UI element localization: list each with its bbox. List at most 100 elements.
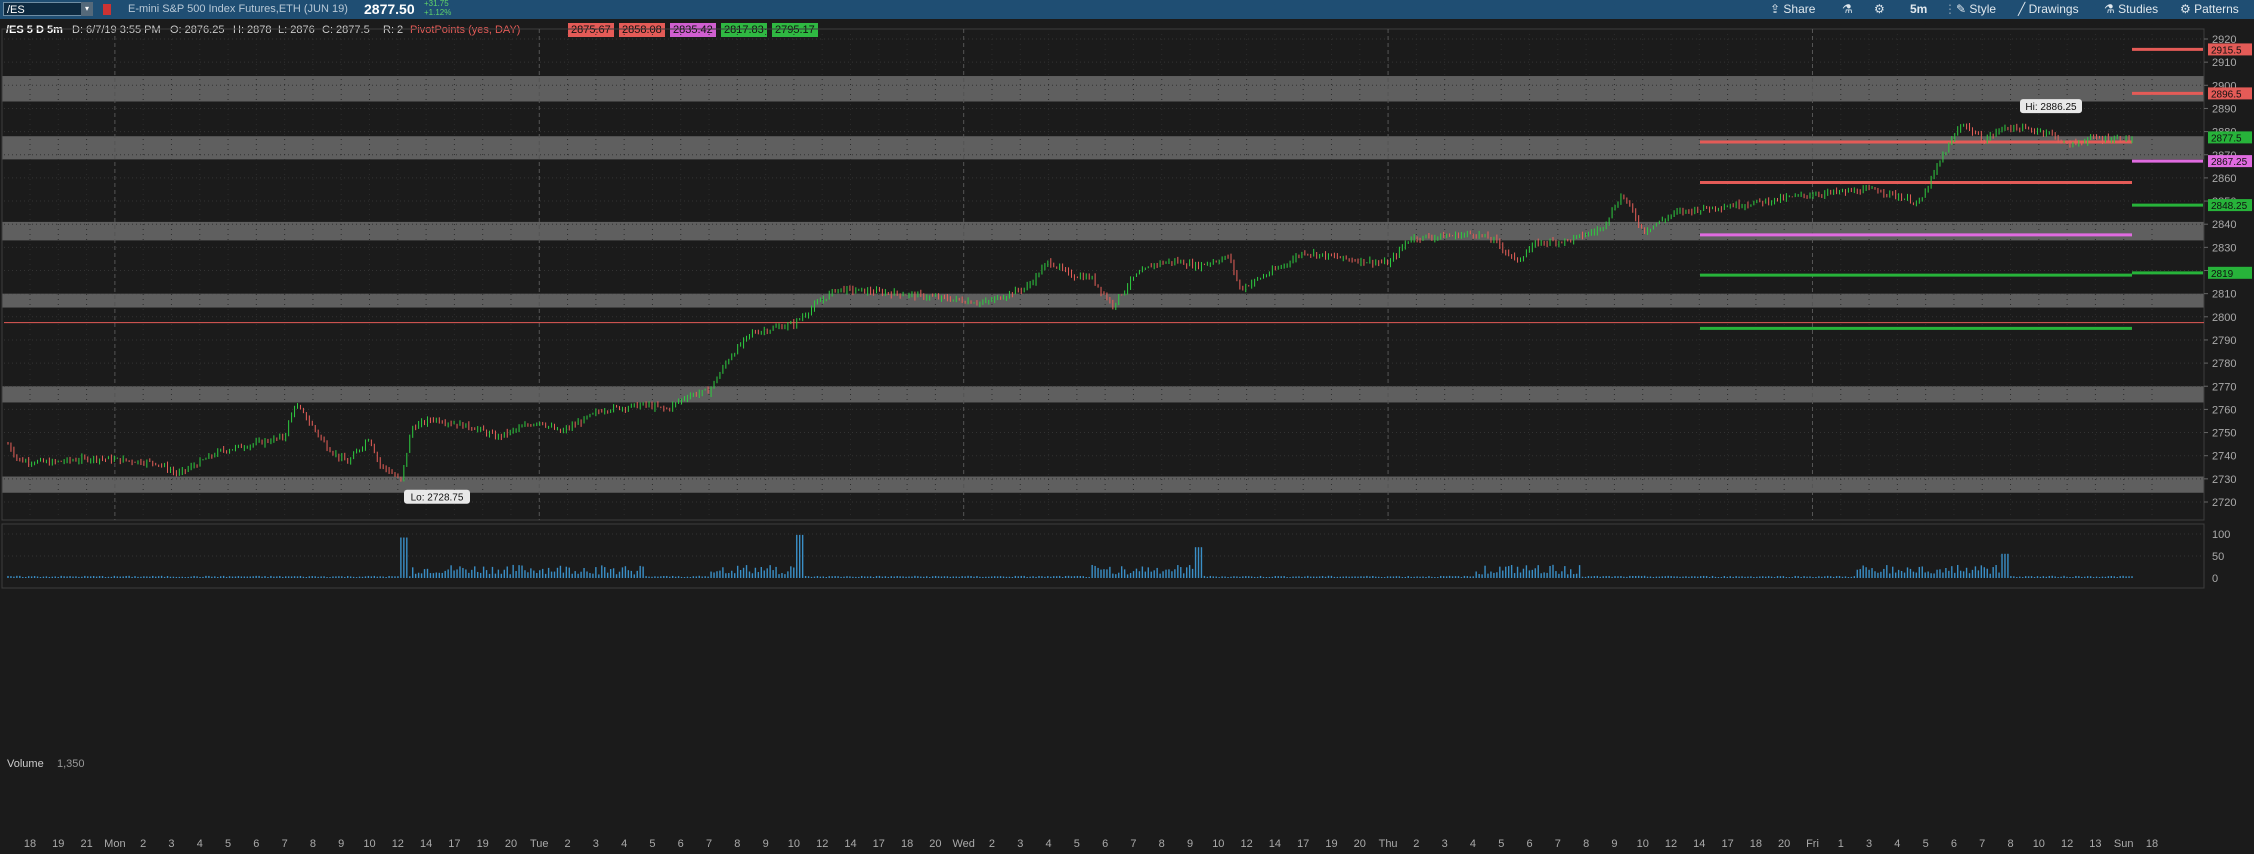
time-tick-label: 6	[253, 838, 259, 850]
price-tag-label: 2848.25	[2211, 201, 2248, 212]
time-tick-label: 4	[197, 838, 203, 850]
price-tick-label: 2770	[2212, 381, 2236, 393]
time-tick-label: 10	[363, 838, 375, 850]
time-tick-label: 7	[1979, 838, 1985, 850]
time-tick-label: 5	[1923, 838, 1929, 850]
volume-tick-label: 50	[2212, 551, 2224, 563]
time-tick-label: Mon	[104, 838, 125, 850]
time-tick-label: 10	[2033, 838, 2045, 850]
time-tick-label: 3	[1442, 838, 1448, 850]
time-tick-label: 21	[80, 838, 92, 850]
time-tick-label: 17	[448, 838, 460, 850]
price-chart[interactable]: 1005002720273027402750276027702780279028…	[0, 0, 2254, 854]
zone-band	[2, 76, 2204, 102]
time-tick-label: 8	[1159, 838, 1165, 850]
volume-tick-label: 100	[2212, 529, 2230, 541]
time-tick-label: 19	[477, 838, 489, 850]
time-tick-label: 7	[1555, 838, 1561, 850]
price-tick-label: 2890	[2212, 103, 2236, 115]
time-tick-label: 6	[678, 838, 684, 850]
time-tick-label: 19	[52, 838, 64, 850]
volume-tick-label: 0	[2212, 573, 2218, 585]
time-axis: 18 19 21 Mon 2 3 4 5 6 7 8 9 10 12 14 17 19 20 Tue 2 3 4 5 6 7 8 9…	[24, 838, 2158, 850]
price-tick-label: 2800	[2212, 312, 2236, 324]
time-tick-label: 4	[621, 838, 627, 850]
price-tick-label: 2780	[2212, 358, 2236, 370]
time-tick-label: 1	[1838, 838, 1844, 850]
time-tick-label: 6	[1102, 838, 1108, 850]
price-tag-label: 2867.25	[2211, 157, 2248, 168]
low-label: Lo: 2728.75	[411, 493, 464, 504]
time-tick-label: 19	[1325, 838, 1337, 850]
time-tick-label: 14	[420, 838, 432, 850]
price-tick-label: 2740	[2212, 451, 2236, 463]
price-tick-label: 2750	[2212, 428, 2236, 440]
time-tick-label: Fri	[1806, 838, 1819, 850]
time-tick-label: 20	[505, 838, 517, 850]
time-tick-label: 18	[1750, 838, 1762, 850]
time-tick-label: 9	[338, 838, 344, 850]
time-tick-label: 17	[1721, 838, 1733, 850]
volume-value: 1,350	[57, 758, 85, 770]
time-tick-label: 12	[392, 838, 404, 850]
price-tag-label: 2896.5	[2211, 89, 2242, 100]
price-tick-label: 2910	[2212, 57, 2236, 69]
time-tick-label: 2	[989, 838, 995, 850]
price-tick-label: 2840	[2212, 219, 2236, 231]
price-tick-label: 2730	[2212, 474, 2236, 486]
time-tick-label: 14	[844, 838, 856, 850]
time-tick-label: 10	[788, 838, 800, 850]
high-label: Hi: 2886.25	[2025, 102, 2077, 113]
price-tick-label: 2830	[2212, 242, 2236, 254]
time-tick-label: 10	[1212, 838, 1224, 850]
price-tick-label: 2860	[2212, 173, 2236, 185]
time-tick-label: 3	[593, 838, 599, 850]
time-tick-label: Thu	[1379, 838, 1398, 850]
price-tick-label: 2790	[2212, 335, 2236, 347]
time-tick-label: 10	[1637, 838, 1649, 850]
time-tick-label: 14	[1693, 838, 1705, 850]
time-tick-label: 4	[1045, 838, 1051, 850]
zone-band	[2, 386, 2204, 403]
zone-band	[2, 136, 2204, 160]
time-tick-label: 20	[1354, 838, 1366, 850]
time-tick-label: 8	[734, 838, 740, 850]
time-tick-label: 12	[1240, 838, 1252, 850]
time-tick-label: 20	[929, 838, 941, 850]
support-resistance-zones	[2, 76, 2204, 493]
time-tick-label: 3	[1866, 838, 1872, 850]
time-tick-label: 2	[1413, 838, 1419, 850]
time-tick-label: 17	[1297, 838, 1309, 850]
price-tick-label: 2760	[2212, 404, 2236, 416]
price-tick-label: 2720	[2212, 497, 2236, 509]
price-axis: 100 50 0 2720 2730 2740 2750 2760 2770 2780 2790 28…	[2204, 34, 2252, 585]
time-tick-label: 18	[2146, 838, 2158, 850]
time-tick-label: 7	[282, 838, 288, 850]
time-tick-label: 7	[706, 838, 712, 850]
time-tick-label: 6	[1526, 838, 1532, 850]
time-tick-label: 17	[873, 838, 885, 850]
time-tick-label: 3	[168, 838, 174, 850]
price-tag-label: 2819	[2211, 269, 2234, 280]
time-tick-label: 9	[1187, 838, 1193, 850]
zone-band	[2, 293, 2204, 308]
time-tick-label: 8	[310, 838, 316, 850]
time-tick-label: 5	[225, 838, 231, 850]
time-tick-label: 12	[2061, 838, 2073, 850]
time-tick-label: 8	[1583, 838, 1589, 850]
time-tick-label: Sun	[2114, 838, 2134, 850]
time-tick-label: 12	[1665, 838, 1677, 850]
time-tick-label: 4	[1470, 838, 1476, 850]
price-tag-label: 2915.5	[2211, 45, 2242, 56]
time-tick-label: 12	[816, 838, 828, 850]
time-tick-label: 9	[1611, 838, 1617, 850]
price-tag-label: 2877.5	[2211, 133, 2242, 144]
time-tick-label: 7	[1130, 838, 1136, 850]
volume-bars	[7, 534, 2133, 578]
time-tick-label: 4	[1894, 838, 1900, 850]
time-tick-label: 8	[2007, 838, 2013, 850]
time-tick-label: 2	[565, 838, 571, 850]
time-tick-label: 14	[1269, 838, 1281, 850]
time-tick-label: 2	[140, 838, 146, 850]
time-tick-label: 3	[1017, 838, 1023, 850]
